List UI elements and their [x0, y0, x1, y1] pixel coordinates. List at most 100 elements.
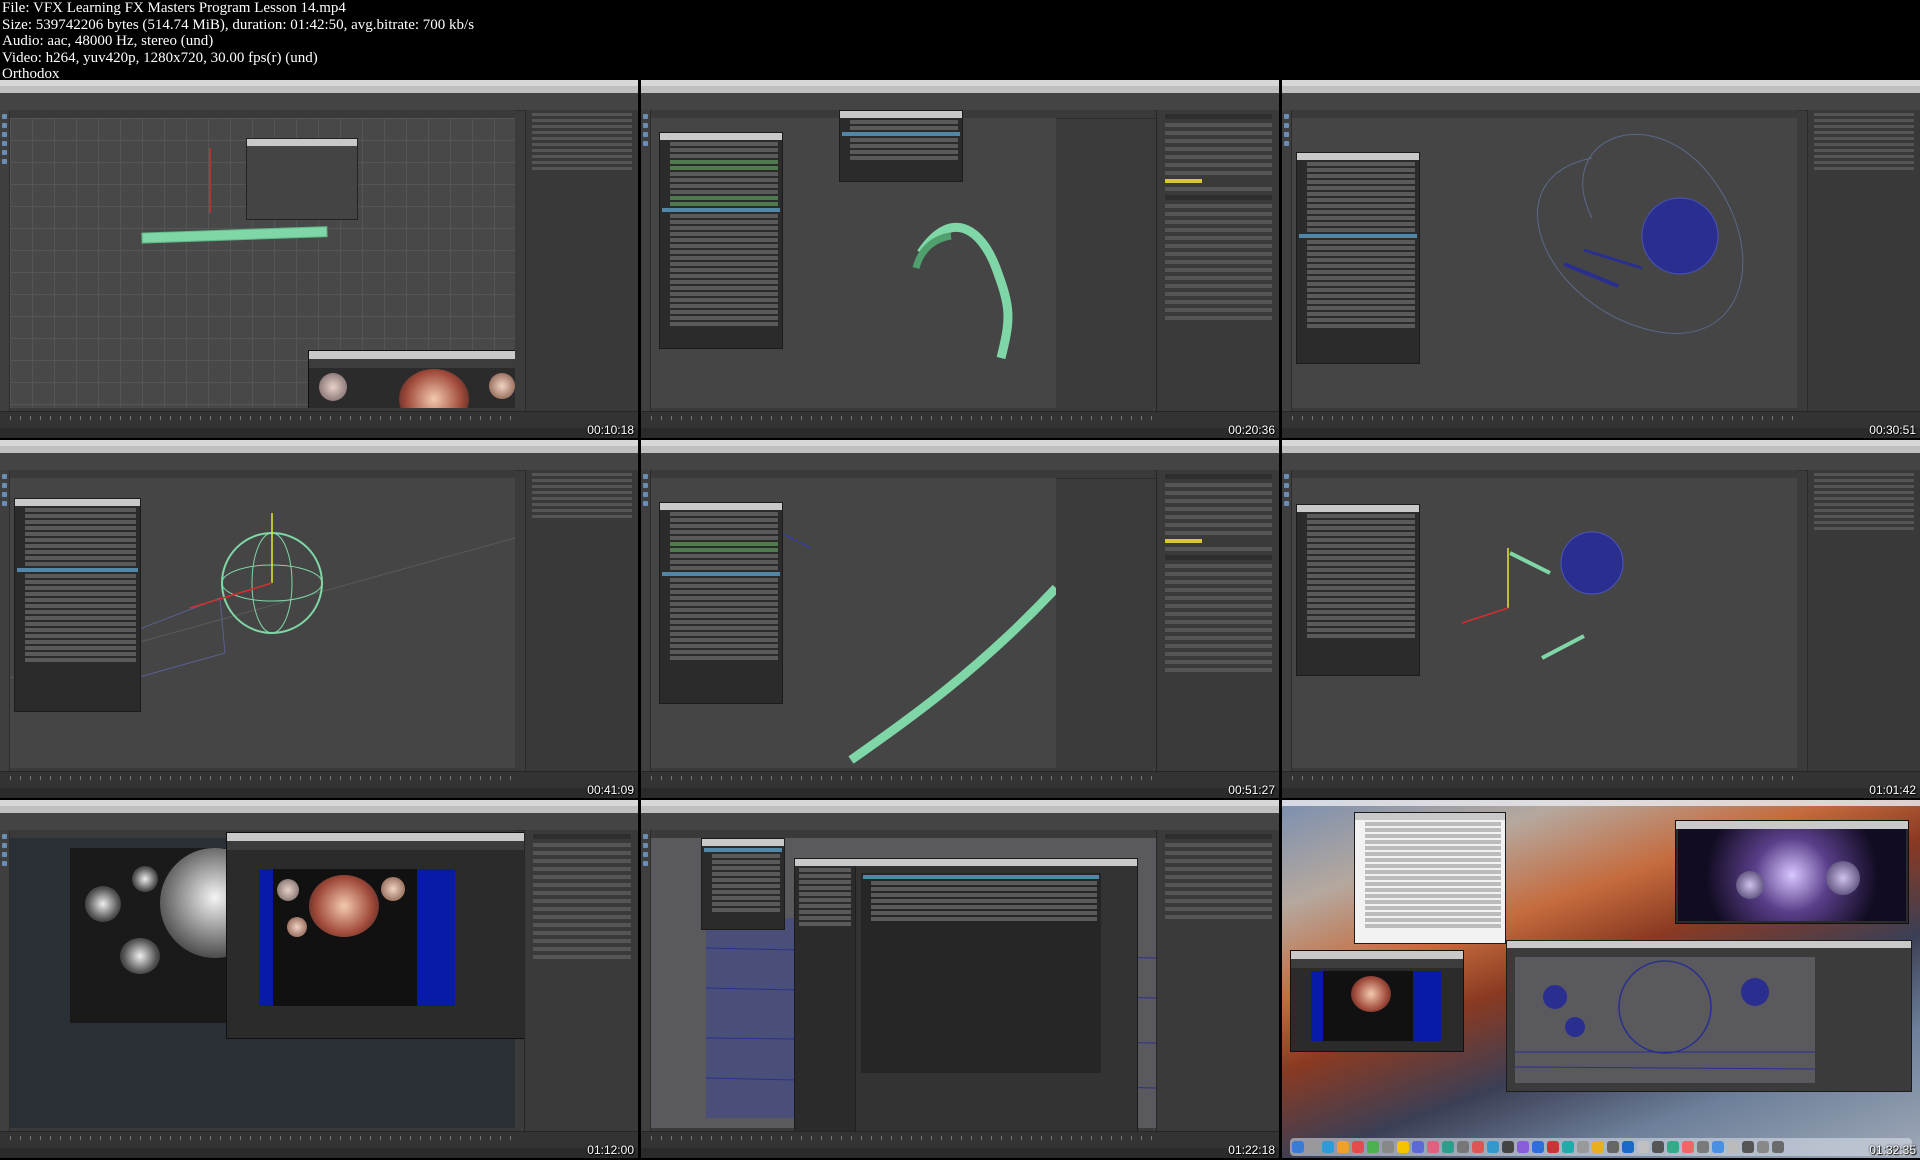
- menu-bar: [1282, 800, 1920, 806]
- channel-box[interactable]: [1807, 110, 1920, 412]
- tool-box[interactable]: [641, 830, 651, 1132]
- sphere-mesh: [1560, 531, 1624, 595]
- command-line[interactable]: [1282, 788, 1920, 798]
- shelf-toolbar[interactable]: [0, 453, 638, 471]
- thumbnail-9[interactable]: 01:32:35: [1282, 800, 1920, 1158]
- shelf-toolbar[interactable]: [0, 813, 638, 831]
- thumbnail-2[interactable]: 00:20:36: [641, 80, 1279, 438]
- tool-box[interactable]: [641, 110, 651, 412]
- tool-box[interactable]: [1282, 470, 1292, 772]
- tool-box[interactable]: [0, 830, 10, 1132]
- channel-box[interactable]: [1807, 470, 1920, 772]
- tool-box[interactable]: [0, 110, 10, 412]
- ribbon-mesh: [917, 222, 1013, 360]
- thumbnail-5[interactable]: 00:51:27: [641, 440, 1279, 798]
- command-line[interactable]: [641, 788, 1279, 798]
- dock-app-icon[interactable]: [1292, 1141, 1304, 1153]
- browser-sidebar[interactable]: [795, 866, 856, 1145]
- attribute-editor[interactable]: [1156, 470, 1279, 772]
- thumbnail-4[interactable]: 00:41:09: [0, 440, 638, 798]
- command-line[interactable]: [0, 788, 638, 798]
- tool-box[interactable]: [641, 470, 651, 772]
- timeline[interactable]: [0, 771, 638, 788]
- outliner-window[interactable]: [1296, 152, 1420, 364]
- shelf-toolbar[interactable]: [1282, 93, 1920, 111]
- shelf-toolbar[interactable]: [0, 93, 638, 111]
- timestamp: 00:20:36: [1228, 423, 1275, 437]
- outliner-window[interactable]: [1296, 504, 1420, 676]
- render-view-window[interactable]: [308, 350, 515, 408]
- title-bar: [0, 806, 638, 813]
- thumbnail-8[interactable]: 01:22:18: [641, 800, 1279, 1158]
- timestamp: 01:22:18: [1228, 1143, 1275, 1157]
- thumbnail-6[interactable]: 01:01:42: [1282, 440, 1920, 798]
- rotate-tool-icon[interactable]: [2, 123, 7, 128]
- title-bar: [0, 446, 638, 453]
- channel-box[interactable]: [525, 470, 638, 772]
- timeline[interactable]: [0, 1131, 638, 1148]
- file-name-line: File: VFX Learning FX Masters Program Le…: [2, 0, 346, 16]
- timeline[interactable]: [0, 411, 638, 428]
- timestamp: 00:10:18: [587, 423, 634, 437]
- command-line[interactable]: [641, 1148, 1279, 1158]
- command-line[interactable]: [0, 1148, 638, 1158]
- scale-tool-icon[interactable]: [2, 132, 7, 137]
- menu-popup[interactable]: [839, 110, 963, 182]
- title-bar: [1282, 86, 1920, 93]
- viewport[interactable]: [10, 118, 515, 408]
- timeline[interactable]: [641, 411, 1279, 428]
- outliner-window[interactable]: [659, 132, 783, 349]
- sphere-mesh: [1641, 197, 1719, 275]
- title-bar: [641, 86, 1279, 93]
- file-list-window[interactable]: [1354, 812, 1506, 944]
- title-bar: [641, 446, 1279, 453]
- attribute-editor[interactable]: [1156, 830, 1279, 1132]
- options-dialog[interactable]: [246, 138, 358, 220]
- outliner-window[interactable]: [701, 838, 785, 930]
- outliner-window[interactable]: [659, 502, 783, 704]
- timestamp: 01:01:42: [1869, 783, 1916, 797]
- timeline[interactable]: [641, 1131, 1279, 1148]
- shelf-toolbar[interactable]: [641, 93, 1279, 111]
- file-list[interactable]: [861, 873, 1101, 1073]
- channel-box[interactable]: [525, 110, 638, 412]
- timeline[interactable]: [1282, 771, 1920, 788]
- command-line[interactable]: [641, 428, 1279, 438]
- render-view-window[interactable]: [1290, 950, 1464, 1052]
- thumbnail-7[interactable]: 01:12:00: [0, 800, 638, 1158]
- file-browser-dialog[interactable]: [794, 858, 1138, 1146]
- timestamp: 00:41:09: [587, 783, 634, 797]
- render-image: [259, 869, 455, 1006]
- thumbnail-3[interactable]: 00:30:51: [1282, 80, 1920, 438]
- ribbon-mesh: [848, 584, 1056, 764]
- attribute-editor[interactable]: [1156, 110, 1279, 412]
- attribute-editor[interactable]: [524, 830, 638, 1132]
- timestamp: 00:51:27: [1228, 783, 1275, 797]
- tool-box[interactable]: [1282, 110, 1292, 412]
- timeline[interactable]: [641, 771, 1279, 788]
- timestamp: 00:30:51: [1869, 423, 1916, 437]
- file-info-header: File: VFX Learning FX Masters Program Le…: [2, 0, 1002, 82]
- outliner-window[interactable]: [14, 498, 141, 712]
- macos-dock[interactable]: [1290, 1138, 1912, 1156]
- file-size-line: Size: 539742206 bytes (514.74 MiB), dura…: [2, 16, 475, 33]
- video-info-line: Video: h264, yuv420p, 1280x720, 30.00 fp…: [2, 49, 318, 66]
- thumbnail-grid: 00:10:18 00:20:36 00:30:51 00:41:09 00:5…: [0, 80, 1920, 1160]
- command-line[interactable]: [1282, 428, 1920, 438]
- timestamp: 01:12:00: [587, 1143, 634, 1157]
- command-line[interactable]: [0, 428, 638, 438]
- render-preview-window[interactable]: [1675, 820, 1909, 924]
- move-tool-icon[interactable]: [2, 114, 7, 119]
- maya-window[interactable]: [1506, 940, 1912, 1092]
- shelf-toolbar[interactable]: [641, 813, 1279, 831]
- shelf-toolbar[interactable]: [1282, 453, 1920, 471]
- tool-box[interactable]: [0, 470, 10, 772]
- shelf-toolbar[interactable]: [641, 453, 1279, 471]
- timestamp: 01:32:35: [1869, 1143, 1916, 1157]
- timeline[interactable]: [1282, 411, 1920, 428]
- title-bar: [641, 806, 1279, 813]
- title-bar: [0, 86, 638, 93]
- audio-info-line: Audio: aac, 48000 Hz, stereo (und): [2, 33, 214, 49]
- ribbon-mesh: [141, 226, 328, 244]
- thumbnail-1[interactable]: 00:10:18: [0, 80, 638, 438]
